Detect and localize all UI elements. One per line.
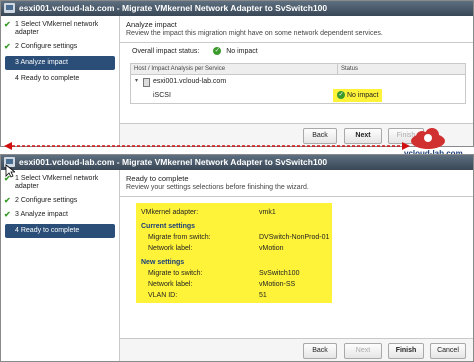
new-switch-label: Migrate to switch: xyxy=(148,270,203,277)
step-ready-to-complete[interactable]: 4 Ready to complete xyxy=(5,224,115,238)
table-row-host[interactable]: ▾ esxi001.vcloud-lab.com xyxy=(131,75,465,88)
wizard-steps-nav: ✔ 1 Select VMkernel network adapter ✔ 2 … xyxy=(1,16,120,146)
step-configure-settings[interactable]: ✔ 2 Configure settings xyxy=(1,40,119,54)
step-label: Ready to complete xyxy=(20,227,80,234)
current-settings-heading: Current settings xyxy=(141,223,196,230)
step-number: 2 xyxy=(15,43,19,50)
impact-table: Host / Impact Analysis per Service Statu… xyxy=(130,63,466,104)
settings-summary: VMkernel adapter: vmk1 Current settings … xyxy=(136,203,332,303)
wizard-content: Analyze impact Review the impact this mi… xyxy=(120,16,473,146)
cloud-logo-icon xyxy=(411,128,445,149)
current-network-label: Network label: xyxy=(148,245,193,252)
service-status-text: No impact xyxy=(346,92,379,99)
next-button[interactable]: Next xyxy=(344,343,382,359)
page-title: Ready to complete xyxy=(126,174,189,183)
page-header: Ready to complete Review your settings s… xyxy=(120,170,473,197)
step-ready-to-complete[interactable]: 4 Ready to complete xyxy=(1,72,119,86)
step-label: Configure settings xyxy=(20,197,78,204)
step-number: 4 xyxy=(15,227,19,234)
current-network-value: vMotion xyxy=(259,245,284,252)
check-icon: ✔ xyxy=(4,42,11,51)
column-status[interactable]: Status xyxy=(337,64,358,74)
window-title: esxi001.vcloud-lab.com - Migrate VMkerne… xyxy=(19,157,328,167)
step-label: Select VMkernel network adapter xyxy=(15,175,99,190)
analyze-impact-window: esxi001.vcloud-lab.com - Migrate VMkerne… xyxy=(0,0,474,147)
collapse-triangle-icon[interactable]: ▾ xyxy=(135,75,138,88)
overall-impact-label: Overall impact status: xyxy=(132,47,200,55)
ready-to-complete-window: esxi001.vcloud-lab.com - Migrate VMkerne… xyxy=(0,154,474,362)
step-analyze-impact[interactable]: 3 Analyze impact xyxy=(5,56,115,70)
step-label: Analyze impact xyxy=(20,211,68,218)
page-subtitle: Review the impact this migration might h… xyxy=(126,30,383,37)
window-titlebar[interactable]: esxi001.vcloud-lab.com - Migrate VMkerne… xyxy=(1,1,473,16)
vmk-label: VMkernel adapter: xyxy=(141,209,199,216)
table-row-service[interactable]: iSCSI ✓ No impact xyxy=(131,88,465,103)
cancel-button[interactable]: Cancel xyxy=(430,343,466,359)
wizard-window-icon xyxy=(4,3,15,13)
step-select-adapter[interactable]: ✔ 1 Select VMkernel network adapter xyxy=(1,18,119,40)
table-header: Host / Impact Analysis per Service Statu… xyxy=(131,64,465,75)
wizard-steps-nav: ✔ 1 Select VMkernel network adapter ✔ 2 … xyxy=(1,170,120,361)
step-select-adapter[interactable]: ✔ 1 Select VMkernel network adapter xyxy=(1,172,119,194)
wizard-content: Ready to complete Review your settings s… xyxy=(120,170,473,361)
overall-impact-row: Overall impact status: ✓ No impact xyxy=(132,47,258,55)
arrow-left-icon xyxy=(4,142,12,150)
new-network-value: vMotion-SS xyxy=(259,281,296,288)
step-analyze-impact[interactable]: ✔ 3 Analyze impact xyxy=(1,208,119,222)
back-button[interactable]: Back xyxy=(303,343,337,359)
step-number: 3 xyxy=(15,211,19,218)
step-number: 4 xyxy=(15,75,19,82)
host-name: esxi001.vcloud-lab.com xyxy=(153,78,227,85)
ok-icon: ✓ xyxy=(337,91,345,100)
step-label: Analyze impact xyxy=(20,59,68,66)
new-network-label: Network label: xyxy=(148,281,193,288)
service-name: iSCSI xyxy=(153,92,171,99)
vlan-value: 51 xyxy=(259,292,267,299)
wizard-footer: Back Next Finish Cancel xyxy=(120,338,473,361)
check-icon: ✔ xyxy=(4,20,11,29)
check-icon: ✔ xyxy=(4,196,11,205)
page-header: Analyze impact Review the impact this mi… xyxy=(120,16,473,43)
page-subtitle: Review your settings selections before f… xyxy=(126,184,309,191)
host-icon xyxy=(143,78,150,87)
new-settings-heading: New settings xyxy=(141,259,185,266)
service-status: ✓ No impact xyxy=(333,89,383,102)
vmk-value: vmk1 xyxy=(259,209,276,216)
step-label: Select VMkernel network adapter xyxy=(15,21,99,36)
vlan-label: VLAN ID: xyxy=(148,292,178,299)
step-number: 1 xyxy=(15,21,19,28)
column-host[interactable]: Host / Impact Analysis per Service xyxy=(134,64,225,74)
overall-impact-value: No impact xyxy=(226,47,258,55)
current-switch-label: Migrate from switch: xyxy=(148,234,211,241)
page-title: Analyze impact xyxy=(126,20,177,29)
finish-button[interactable]: Finish xyxy=(388,343,424,359)
step-number: 1 xyxy=(15,175,19,182)
step-number: 2 xyxy=(15,197,19,204)
ok-icon: ✓ xyxy=(213,47,222,55)
step-label: Configure settings xyxy=(20,43,78,50)
step-configure-settings[interactable]: ✔ 2 Configure settings xyxy=(1,194,119,208)
current-switch-value: DVSwitch-NonProd-01 xyxy=(259,234,330,241)
new-switch-value: SvSwitch100 xyxy=(259,270,300,277)
mouse-cursor-icon xyxy=(5,164,15,178)
window-titlebar[interactable]: esxi001.vcloud-lab.com - Migrate VMkerne… xyxy=(1,155,473,170)
step-label: Ready to complete xyxy=(20,75,80,82)
check-icon: ✔ xyxy=(4,210,11,219)
window-title: esxi001.vcloud-lab.com - Migrate VMkerne… xyxy=(19,3,328,13)
step-number: 3 xyxy=(15,59,19,66)
